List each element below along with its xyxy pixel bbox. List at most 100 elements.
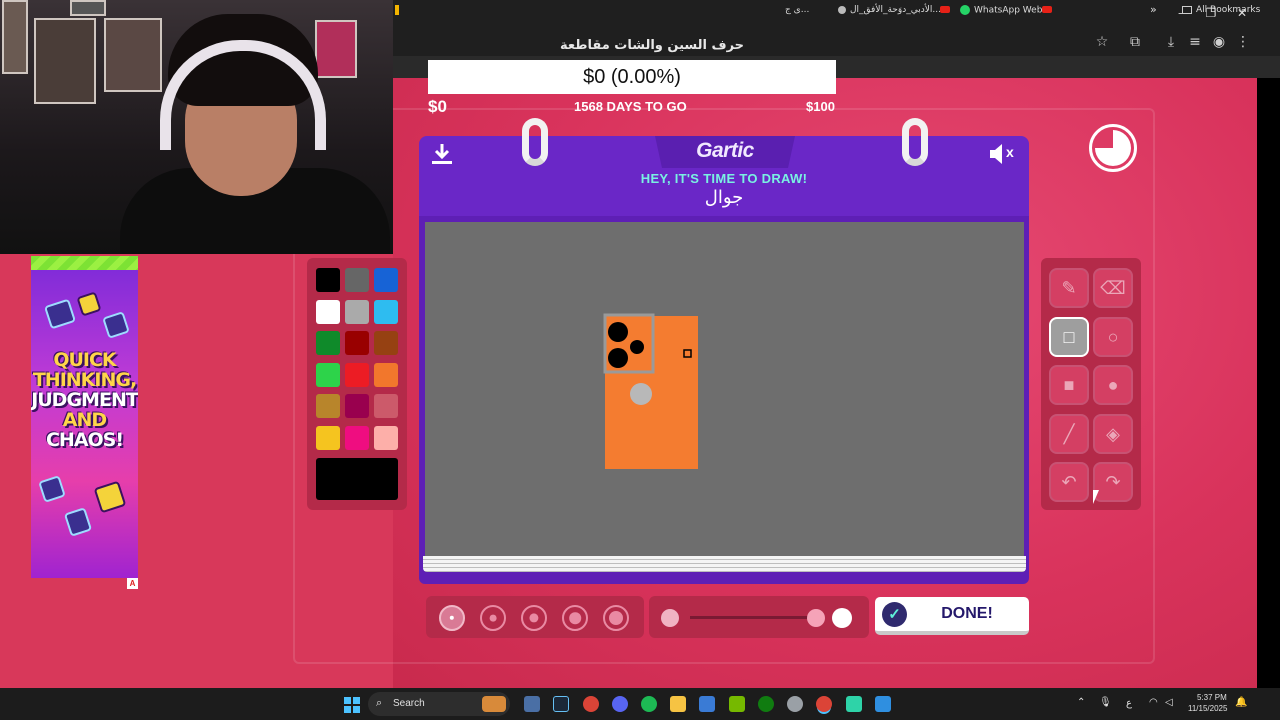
tool-ellipse-filled-button[interactable]: ● [1093, 365, 1133, 405]
tool-ellipse-outline-button[interactable]: ○ [1093, 316, 1133, 357]
nvidia-icon[interactable] [729, 696, 745, 712]
brush-size-button[interactable] [562, 605, 588, 631]
camera-lens [608, 348, 628, 368]
done-label: DONE! [941, 605, 993, 622]
tool-redo-button[interactable]: ↷ [1093, 462, 1133, 502]
taskbar [0, 688, 1280, 720]
tool-line-button[interactable]: ╱ [1049, 413, 1089, 454]
spotify-icon[interactable] [641, 696, 657, 712]
color-swatch[interactable] [316, 394, 340, 418]
photos-icon[interactable] [875, 696, 891, 712]
star-icon[interactable]: ☆ [1091, 34, 1113, 50]
discord-icon[interactable] [612, 696, 628, 712]
donation-goal: $0 (0.00%) [428, 60, 836, 94]
volume-icon[interactable]: ◁ [1165, 697, 1173, 708]
binder-ring [522, 118, 548, 166]
clock-time[interactable]: 5:37 PM [1197, 693, 1227, 702]
settings-icon[interactable] [787, 696, 803, 712]
brush-size-button[interactable] [603, 605, 629, 631]
all-bookmarks[interactable]: All Bookmarks [1182, 5, 1260, 15]
color-swatch[interactable] [316, 425, 340, 450]
bookmark-youtube[interactable] [1042, 5, 1056, 15]
color-swatch[interactable] [345, 425, 369, 450]
color-swatch[interactable] [374, 268, 398, 292]
media-icon[interactable]: ≡ [1184, 34, 1206, 50]
ad-line: JUDGMENT [31, 389, 138, 411]
extensions-icon[interactable]: ⧉ [1124, 34, 1146, 50]
tool-eraser-button[interactable]: ⌫ [1093, 268, 1133, 308]
clock-date[interactable]: 11/15/2025 [1188, 704, 1227, 713]
notification-icon[interactable]: 🔔 [1235, 697, 1247, 708]
mute-button[interactable]: x [988, 142, 1024, 166]
days-to-go: 1568 DAYS TO GO [574, 99, 687, 114]
tray-chevron-icon[interactable]: ⌃ [1077, 697, 1085, 708]
color-swatch[interactable] [374, 362, 398, 387]
gartic-logo: Gartic [696, 139, 754, 162]
ad-zigzag [31, 256, 138, 270]
color-swatch[interactable] [316, 299, 340, 324]
brush-size-button[interactable] [521, 605, 547, 631]
tool-fill-button[interactable]: ◈ [1093, 413, 1133, 454]
windows-start-icon[interactable] [344, 697, 360, 713]
color-swatch[interactable] [345, 331, 369, 355]
xbox-icon[interactable] [758, 696, 774, 712]
download-icon[interactable]: ⤓ [1160, 34, 1182, 50]
color-swatch[interactable] [345, 299, 369, 324]
wifi-icon[interactable]: ◠ [1149, 697, 1158, 708]
camera-lens [630, 340, 644, 354]
color-swatch[interactable] [316, 268, 340, 292]
profile-icon[interactable]: ◉ [1208, 34, 1230, 50]
color-swatch[interactable] [374, 331, 398, 355]
chrome-active-icon[interactable] [816, 696, 832, 712]
steam-icon[interactable] [553, 696, 569, 712]
bookmark-item[interactable]: ى ج... [785, 5, 809, 15]
goal-end: $100 [806, 99, 835, 114]
download-icon[interactable] [430, 142, 454, 166]
color-swatch[interactable] [345, 362, 369, 387]
opacity-track[interactable] [690, 616, 820, 619]
tool-undo-button[interactable]: ↶ [1049, 462, 1089, 502]
chrome-icon[interactable] [583, 696, 599, 712]
tool-rectangle-filled-button[interactable]: ■ [1049, 365, 1089, 405]
mic-icon[interactable]: 🎙 [1099, 697, 1112, 708]
wall-poster [315, 20, 357, 78]
apple-logo [630, 383, 652, 405]
menu-icon[interactable]: ⋮ [1232, 34, 1254, 50]
ad-badge [43, 298, 77, 330]
drawing-canvas[interactable] [425, 222, 1024, 558]
color-swatch[interactable] [374, 299, 398, 324]
ad-choices-icon[interactable]: A [127, 578, 138, 589]
camera-app-icon[interactable] [524, 696, 540, 712]
wall-poster [70, 0, 106, 16]
tool-pencil-button[interactable]: ✎ [1049, 268, 1089, 308]
opacity-min-icon [661, 609, 679, 627]
color-swatch[interactable] [345, 268, 369, 292]
camera-lens [608, 322, 628, 342]
app-icon[interactable] [846, 696, 862, 712]
wall-poster [34, 18, 96, 104]
tab-title[interactable]: حرف السين والشات مقاطعة [560, 38, 744, 53]
color-swatch[interactable] [374, 425, 398, 450]
color-swatch[interactable] [374, 394, 398, 418]
bookmark-whatsapp[interactable]: WhatsApp Web [960, 5, 1042, 16]
bookmark-edge[interactable] [395, 5, 399, 16]
opacity-handle[interactable] [807, 609, 825, 627]
more-bookmarks[interactable]: » [1150, 3, 1157, 16]
bookmark-label: الأدبي_دوَحة_الأفق_ال... [850, 5, 941, 15]
color-swatch[interactable] [345, 394, 369, 418]
all-bookmarks-label: All Bookmarks [1196, 5, 1261, 15]
color-swatch[interactable] [316, 331, 340, 355]
tool-rectangle-outline-button[interactable]: □ [1049, 316, 1089, 357]
check-icon: ✓ [882, 602, 907, 627]
brush-size-button[interactable] [480, 605, 506, 631]
language-indicator[interactable]: ع [1126, 698, 1132, 709]
brush-size-button[interactable] [439, 605, 465, 631]
goal-start: $0 [428, 97, 447, 116]
color-swatch[interactable] [316, 362, 340, 387]
bookmark-youtube[interactable] [940, 5, 954, 15]
webcam-overlay [0, 0, 393, 254]
file-explorer-icon[interactable] [670, 696, 686, 712]
store-icon[interactable] [699, 696, 715, 712]
ad-banner[interactable]: QUICK THINKING, JUDGMENT AND CHAOS! [31, 256, 138, 578]
bookmark-item[interactable]: الأدبي_دوَحة_الأفق_ال... [838, 5, 941, 15]
